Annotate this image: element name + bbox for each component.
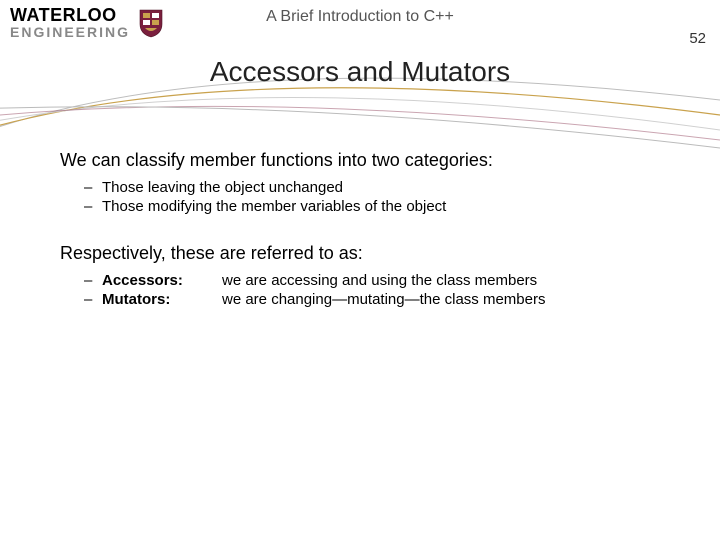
list-item: – Mutators: we are changing—mutating—the… <box>84 291 680 308</box>
term-label: Accessors: <box>102 272 222 289</box>
bullet-list-2: – Accessors: we are accessing and using … <box>84 272 680 308</box>
list-item: – Those leaving the object unchanged <box>84 179 680 196</box>
dash-icon: – <box>84 291 102 308</box>
paragraph-1: We can classify member functions into tw… <box>60 150 680 171</box>
logo-line2: ENGINEERING <box>10 25 130 39</box>
slide-title: Accessors and Mutators <box>0 56 720 88</box>
list-item: – Accessors: we are accessing and using … <box>84 272 680 289</box>
slide-body: We can classify member functions into tw… <box>60 150 680 336</box>
page-number: 52 <box>689 30 706 47</box>
header: WATERLOO ENGINEERING A Brief Introductio… <box>0 0 720 60</box>
slide: WATERLOO ENGINEERING A Brief Introductio… <box>0 0 720 540</box>
term-label: Mutators: <box>102 291 222 308</box>
list-item-text: Those modifying the member variables of … <box>102 198 680 215</box>
term-description: we are changing—mutating—the class membe… <box>222 291 680 308</box>
term-description: we are accessing and using the class mem… <box>222 272 680 289</box>
list-item-text: Those leaving the object unchanged <box>102 179 680 196</box>
dash-icon: – <box>84 198 102 215</box>
list-item: – Those modifying the member variables o… <box>84 198 680 215</box>
dash-icon: – <box>84 179 102 196</box>
document-title: A Brief Introduction to C++ <box>0 8 720 26</box>
bullet-list-1: – Those leaving the object unchanged – T… <box>84 179 680 215</box>
paragraph-2: Respectively, these are referred to as: <box>60 243 680 264</box>
dash-icon: – <box>84 272 102 289</box>
